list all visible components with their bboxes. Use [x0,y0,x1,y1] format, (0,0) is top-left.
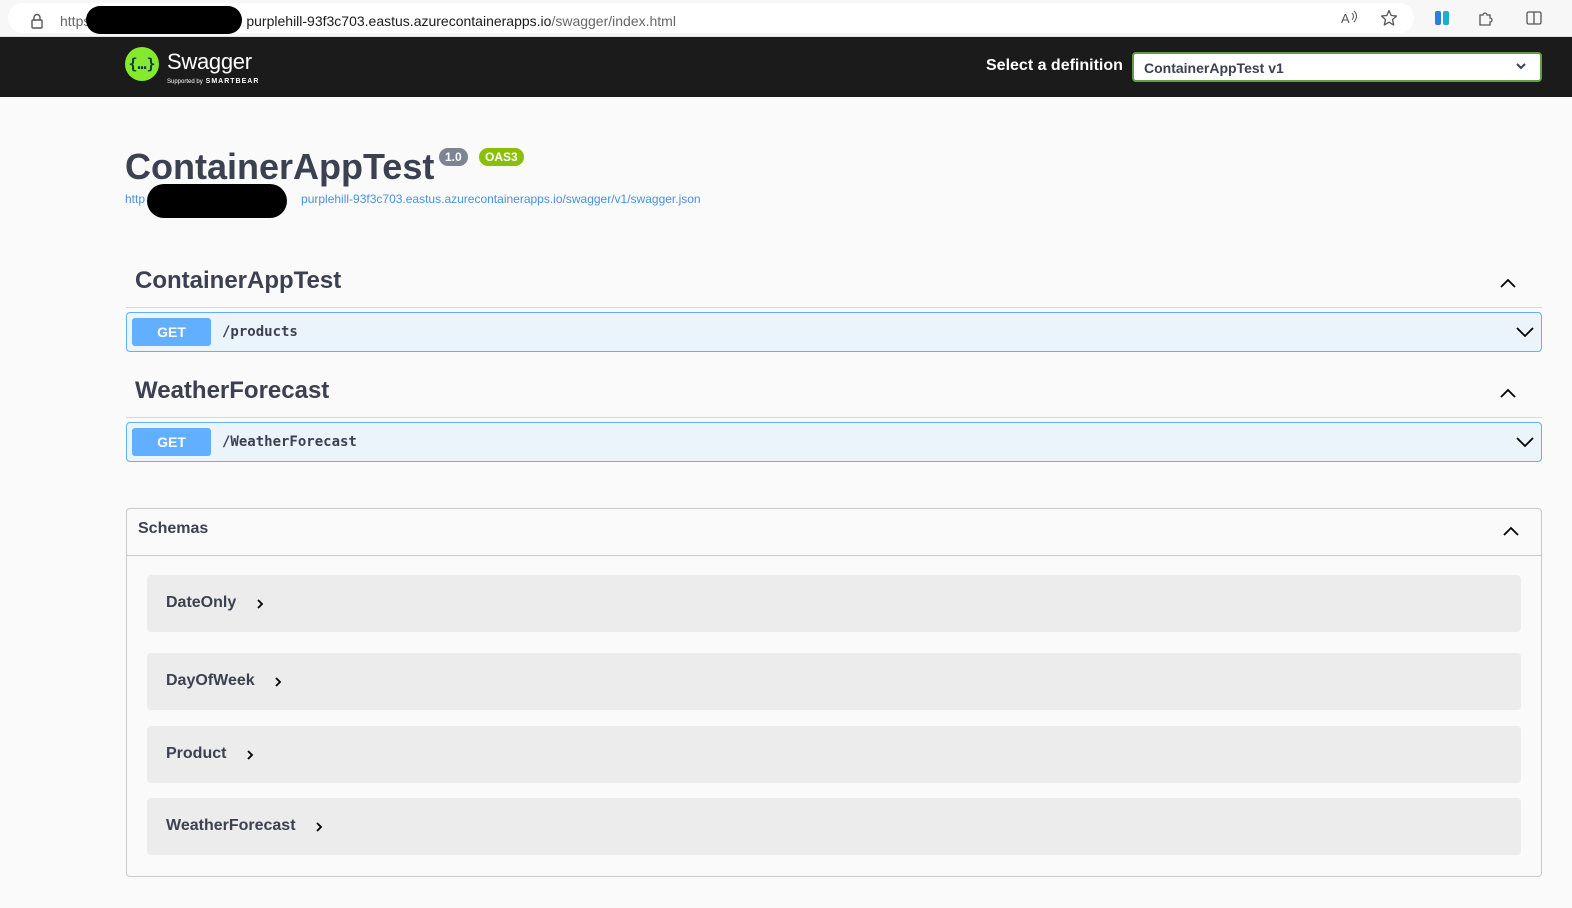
logo-sub-brand: SMARTBEAR [205,78,260,85]
chevron-right-icon[interactable] [255,598,265,610]
logo-subtext: Supported by SMARTBEAR [167,78,259,85]
model-name: DayOfWeek [166,672,255,689]
chevron-right-icon[interactable] [273,676,283,688]
model-product[interactable]: Product [147,726,1521,783]
tag-title: ContainerAppTest [135,267,342,294]
version-badge: 1.0 [439,148,468,166]
api-title: ContainerAppTest [125,146,435,187]
copilot-icon[interactable] [1432,8,1452,28]
favorite-star-icon[interactable] [1379,8,1399,28]
lock-icon[interactable] [28,12,46,30]
url-host: purplehill-93f3c703.eastus.azurecontaine… [246,13,552,29]
spec-url-rest: purplehill-93f3c703.eastus.azurecontaine… [301,192,701,206]
model-weatherforecast[interactable]: WeatherForecast [147,798,1521,855]
definition-select[interactable]: ContainerAppTest v1 [1132,52,1542,82]
read-aloud-icon[interactable]: A [1340,8,1360,28]
split-screen-icon[interactable] [1524,8,1544,28]
url-path: /swagger/index.html [551,13,676,29]
model-name: Product [166,745,227,762]
chevron-down-icon[interactable] [1515,432,1535,452]
operation-get-products[interactable]: GET /products [126,312,1542,352]
chevron-up-icon[interactable] [1498,383,1518,403]
swagger-topbar: {…} Swagger Supported by SMARTBEAR Selec… [0,37,1572,97]
tag-header-weatherforecast[interactable]: WeatherForecast [126,367,1542,418]
redaction-mark [86,6,242,34]
selected-definition: ContainerAppTest v1 [1144,60,1284,76]
redaction-mark [147,184,287,218]
svg-text:A: A [1341,11,1350,26]
operation-get-weatherforecast[interactable]: GET /WeatherForecast [126,422,1542,462]
model-dateonly[interactable]: DateOnly [147,575,1521,632]
method-badge: GET [132,318,211,346]
chevron-down-icon[interactable] [1515,322,1535,342]
extensions-icon[interactable] [1476,8,1496,28]
chevron-right-icon[interactable] [245,749,255,761]
spec-url-prefix: http [125,192,146,206]
model-dayofweek[interactable]: DayOfWeek [147,653,1521,710]
model-name: WeatherForecast [166,817,296,834]
chevron-down-icon [1516,63,1526,70]
logo-sub-prefix: Supported by [167,79,203,85]
schemas-title: Schemas [138,520,209,537]
schemas-section: Schemas DateOnly DayOfWeek Product Weath… [126,508,1542,877]
tag-header-containerapptest[interactable]: ContainerAppTest [126,257,1542,308]
swagger-logo-icon[interactable]: {…} [125,47,159,81]
select-definition-label: Select a definition [986,57,1123,74]
schemas-header[interactable]: Schemas [127,509,1541,556]
tag-title: WeatherForecast [135,377,330,404]
method-badge: GET [132,428,211,456]
operation-path: /WeatherForecast [222,434,357,450]
operation-path: /products [222,324,298,340]
oas-badge: OAS3 [479,148,524,166]
browser-toolbar: https purplehill-93f3c703.eastus.azurecon… [0,0,1572,37]
logo-text: Swagger [167,49,252,74]
chevron-up-icon[interactable] [1501,521,1521,541]
chevron-right-icon[interactable] [314,821,324,833]
model-name: DateOnly [166,594,237,611]
chevron-up-icon[interactable] [1498,273,1518,293]
